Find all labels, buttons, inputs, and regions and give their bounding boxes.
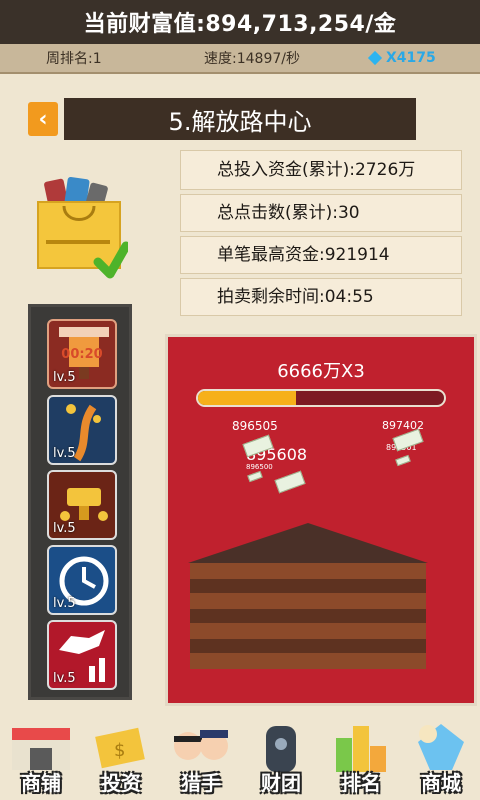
skill-panel: 00:20 lv.5 lv.5 lv.5 lv.5 lv.5	[28, 304, 132, 700]
svg-text:$: $	[114, 740, 125, 761]
location-title: 5.解放路中心	[64, 98, 416, 140]
skill-coins-flow[interactable]: lv.5	[47, 395, 117, 465]
skill-clock-level: lv.5	[53, 596, 76, 611]
speed: 速度:14897/秒	[204, 51, 300, 67]
nav-ranking-label: 排名	[341, 771, 381, 795]
progress-bar	[196, 389, 446, 407]
info-total-invest-text: 总投入资金(累计):2726万	[217, 160, 416, 180]
location-title-text: 5.解放路中心	[168, 107, 312, 136]
nav-hunter[interactable]: 猎手	[160, 716, 242, 800]
info-max-single-text: 单笔最高资金:921914	[217, 245, 390, 265]
skill-clock[interactable]: lv.5	[47, 545, 117, 615]
shopping-bag-icon[interactable]	[36, 176, 128, 296]
info-auction-time-text: 拍卖剩余时间:04:55	[217, 287, 374, 307]
nav-mall-label: 商城	[421, 771, 461, 795]
progress-fill	[198, 391, 297, 405]
nav-shop[interactable]: 商铺	[0, 716, 82, 800]
chevron-left-icon: ‹	[38, 106, 48, 132]
nav-invest[interactable]: $ 投资	[80, 716, 162, 800]
skill-cinema[interactable]: 00:20 lv.5	[47, 319, 117, 389]
skill-trophy-level: lv.5	[53, 521, 76, 536]
stat-bar: 周排名:1 速度:14897/秒 X4175	[0, 44, 480, 74]
building-icon	[188, 523, 428, 669]
skill-cinema-timer: 00:20	[61, 347, 103, 362]
skill-coins-flow-level: lv.5	[53, 446, 76, 461]
nav-ranking[interactable]: 排名	[320, 716, 402, 800]
click-game-area[interactable]: 6666万X3 896505 895608 897402 896501 8965…	[165, 334, 477, 706]
cash-icon	[395, 454, 411, 467]
info-total-clicks: 总点击数(累计):30	[180, 194, 462, 232]
info-total-invest: 总投入资金(累计):2726万	[180, 150, 462, 190]
weekly-rank: 周排名:1	[46, 51, 102, 67]
back-button[interactable]: ‹	[28, 102, 58, 136]
nav-invest-label: 投资	[101, 771, 141, 795]
nav-consortium-label: 财团	[261, 771, 301, 795]
nav-mall[interactable]: 商城	[400, 716, 480, 800]
nav-hunter-label: 猎手	[181, 771, 221, 795]
floating-number: 896505	[232, 419, 278, 433]
info-max-single: 单笔最高资金:921914	[180, 236, 462, 274]
multiplier: 6666万X3	[277, 361, 365, 382]
info-total-clicks-text: 总点击数(累计):30	[217, 203, 360, 223]
nav-consortium[interactable]: 财团	[240, 716, 322, 800]
gem-icon	[367, 50, 383, 66]
floating-number: 896500	[246, 463, 273, 471]
cash-icon	[274, 470, 306, 494]
wealth-header: 当前财富值:894,713,254/金	[0, 0, 480, 44]
skill-trophy[interactable]: lv.5	[47, 470, 117, 540]
cash-icon	[247, 470, 263, 483]
wealth-text: 当前财富值:894,713,254/金	[83, 12, 397, 37]
skill-cinema-level: lv.5	[53, 370, 76, 385]
skill-bull-level: lv.5	[53, 671, 76, 686]
info-auction-time: 拍卖剩余时间:04:55	[180, 278, 462, 316]
nav-shop-label: 商铺	[21, 771, 61, 795]
gem-count: X4175	[367, 50, 436, 66]
gem-value: X4175	[386, 50, 436, 66]
bottom-nav: 商铺 $ 投资 猎手 财团 排名 商城	[0, 716, 480, 800]
skill-bull[interactable]: lv.5	[47, 620, 117, 690]
